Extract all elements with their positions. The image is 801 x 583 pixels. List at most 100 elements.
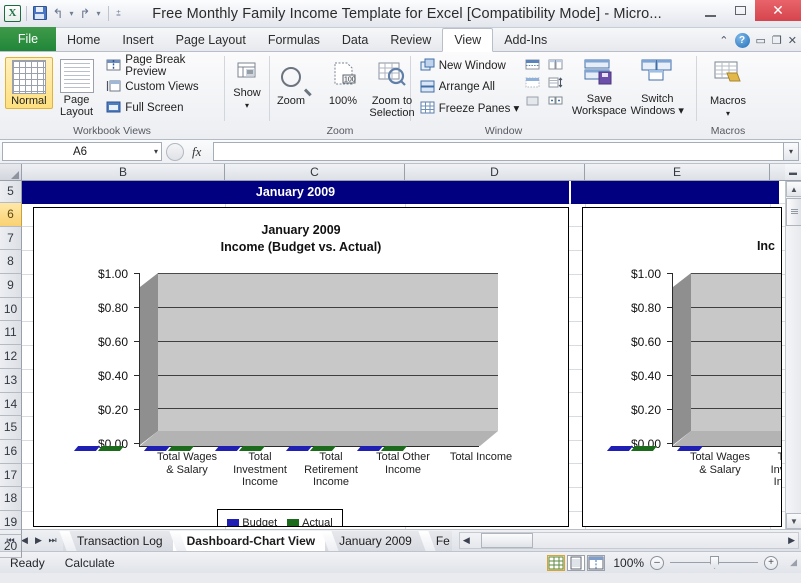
select-all-corner[interactable]	[0, 164, 22, 180]
view-side-by-side-icon[interactable]	[548, 57, 563, 72]
page-layout-view-button-status[interactable]	[567, 555, 585, 571]
row-header-11[interactable]: 11	[0, 321, 22, 345]
redo-icon[interactable]: ↱	[78, 5, 92, 22]
sheet-tab-january-2009[interactable]: January 2009	[325, 531, 422, 551]
tab-page-layout[interactable]: Page Layout	[165, 29, 257, 51]
column-header-E[interactable]: E	[585, 164, 770, 180]
workbook-restore-icon[interactable]: ❐	[772, 34, 782, 47]
hscroll-left-icon[interactable]: ◀	[460, 535, 473, 546]
synchronous-scrolling-icon[interactable]	[548, 75, 563, 90]
zoom-level-label[interactable]: 100%	[613, 556, 644, 570]
row-header-20[interactable]: 20	[0, 535, 22, 559]
close-button[interactable]: ✕	[755, 0, 801, 21]
help-icon[interactable]: ?	[735, 33, 750, 48]
row-header-9[interactable]: 9	[0, 274, 22, 298]
workbook-minimize-icon[interactable]: ▭	[756, 34, 766, 47]
undo-icon[interactable]: ↰	[51, 5, 65, 22]
tab-formulas[interactable]: Formulas	[257, 29, 331, 51]
column-header-B[interactable]: B	[22, 164, 225, 180]
status-calc-mode[interactable]: Calculate	[55, 556, 125, 570]
freeze-panes-button[interactable]: Freeze Panes ▾	[420, 98, 520, 117]
save-icon[interactable]	[32, 5, 49, 22]
page-break-preview-button[interactable]: Page Break Preview	[106, 56, 219, 75]
tab-insert[interactable]: Insert	[111, 29, 164, 51]
zoom-out-button[interactable]: –	[650, 556, 664, 570]
full-screen-button[interactable]: Full Screen	[106, 98, 219, 117]
tab-view[interactable]: View	[442, 28, 493, 52]
row-header-16[interactable]: 16	[0, 440, 22, 464]
row-header-13[interactable]: 13	[0, 369, 22, 393]
tab-data[interactable]: Data	[331, 29, 379, 51]
zoom-100-button[interactable]: 100 100%	[317, 58, 369, 108]
sheet-tab-transaction-log[interactable]: Transaction Log	[63, 531, 173, 551]
redo-dropdown-icon[interactable]: ▾	[94, 5, 103, 22]
zoom-to-selection-button[interactable]: Zoom to Selection	[369, 58, 415, 119]
undo-dropdown-icon[interactable]: ▾	[67, 5, 76, 22]
scroll-up-button[interactable]: ▲	[786, 181, 801, 197]
hide-icon[interactable]	[525, 75, 540, 90]
row-header-15[interactable]: 15	[0, 416, 22, 440]
vertical-scrollbar[interactable]: ▲ ▼	[785, 181, 801, 529]
split-icon[interactable]	[525, 57, 540, 72]
column-header-C[interactable]: C	[225, 164, 405, 180]
row-header-7[interactable]: 7	[0, 227, 22, 251]
name-box[interactable]: A6 ▾	[2, 142, 162, 161]
row-header-18[interactable]: 18	[0, 487, 22, 511]
normal-view-button-status[interactable]	[547, 555, 565, 571]
sheet-tab-february[interactable]: Fe	[422, 531, 452, 551]
zoom-slider-thumb[interactable]	[710, 556, 719, 569]
row-header-14[interactable]: 14	[0, 393, 22, 417]
zoom-button[interactable]: Zoom	[265, 58, 317, 108]
customize-qat-icon[interactable]: ⩲	[114, 5, 123, 22]
normal-view-button[interactable]: Normal	[5, 57, 53, 109]
ribbon-window-controls: ⌃ ? ▭ ❐ ✕	[719, 33, 797, 48]
tab-review[interactable]: Review	[379, 29, 442, 51]
row-header-19[interactable]: 19	[0, 511, 22, 535]
chart-income-february-clipped[interactable]: Inc $1.00 $0.80 $0.60 $0.40 $0.20 $0.00	[582, 207, 782, 527]
workbook-close-icon[interactable]: ✕	[788, 34, 797, 47]
horizontal-scrollbar[interactable]: ◀ ▶	[459, 532, 799, 549]
horizontal-scroll-thumb[interactable]	[481, 533, 533, 548]
page-layout-view-button[interactable]: Page Layout	[53, 57, 101, 118]
formula-input[interactable]	[213, 142, 783, 161]
chart-income-january-2009[interactable]: January 2009 Income (Budget vs. Actual) …	[33, 207, 569, 527]
row-header-8[interactable]: 8	[0, 250, 22, 274]
scroll-collapse-icon[interactable]: ▬	[785, 164, 801, 180]
collapse-ribbon-icon[interactable]: ⌃	[719, 34, 728, 47]
last-sheet-icon[interactable]: ⏭	[46, 535, 59, 546]
insert-function-icon[interactable]: fx	[188, 144, 209, 160]
row-header-6[interactable]: 6	[0, 203, 22, 227]
custom-views-button[interactable]: Custom Views	[106, 77, 219, 96]
row-header-17[interactable]: 17	[0, 464, 22, 488]
save-workspace-button[interactable]: Save Workspace	[571, 56, 627, 117]
row-header-12[interactable]: 12	[0, 345, 22, 369]
tab-add-ins[interactable]: Add-Ins	[493, 29, 558, 51]
tab-file[interactable]: File	[0, 27, 56, 51]
hscroll-right-icon[interactable]: ▶	[785, 535, 798, 546]
scroll-down-button[interactable]: ▼	[786, 513, 801, 529]
resize-grip-icon[interactable]: ◢	[786, 557, 801, 568]
next-sheet-icon[interactable]: ▶	[32, 535, 45, 546]
minimize-button[interactable]	[695, 0, 725, 21]
unhide-icon[interactable]	[525, 93, 540, 108]
macros-button[interactable]: Macros ▾	[702, 58, 754, 119]
row-header-5[interactable]: 5	[0, 181, 22, 203]
restore-button[interactable]	[725, 0, 755, 21]
tab-home[interactable]: Home	[56, 29, 111, 51]
sheet-canvas[interactable]: January 2009 January 2009 Income (Budget…	[22, 181, 801, 529]
row-header-10[interactable]: 10	[0, 298, 22, 322]
vertical-scroll-thumb[interactable]	[786, 198, 801, 226]
switch-windows-button[interactable]: Switch Windows ▾	[627, 56, 687, 117]
y-tick-label-4: $0.40	[52, 369, 128, 383]
column-header-D[interactable]: D	[405, 164, 585, 180]
arrange-all-button[interactable]: Arrange All	[420, 77, 520, 96]
expand-formula-bar-icon[interactable]: ▾	[783, 142, 799, 161]
reset-window-position-icon[interactable]	[548, 93, 563, 108]
new-window-button[interactable]: New Window	[420, 56, 520, 75]
zoom-slider-track[interactable]	[670, 562, 758, 563]
page-break-view-button-status[interactable]	[587, 555, 605, 571]
insert-function-round-button[interactable]	[166, 143, 184, 161]
sheet-tab-dashboard-chart-view[interactable]: Dashboard-Chart View	[173, 531, 325, 551]
name-box-dropdown-icon[interactable]: ▾	[154, 147, 158, 156]
zoom-in-button[interactable]: +	[764, 556, 778, 570]
